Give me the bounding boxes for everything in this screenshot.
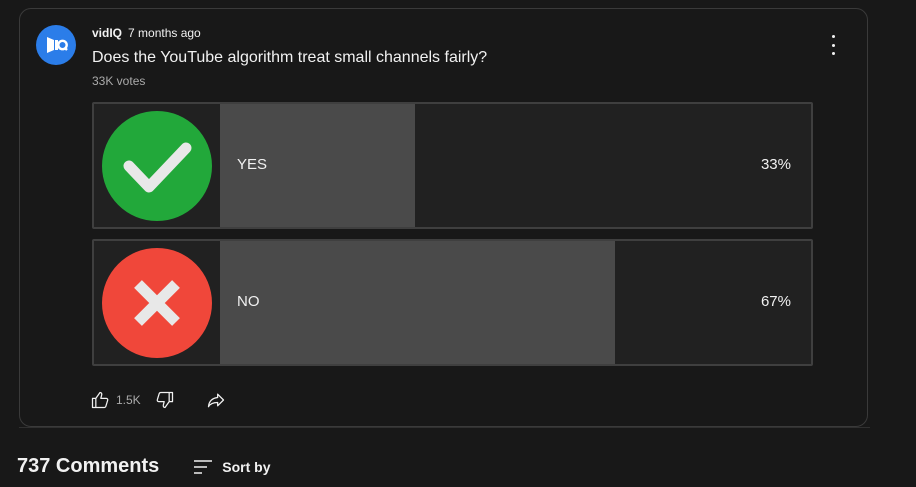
divider	[19, 427, 870, 428]
author-name[interactable]: vidIQ	[92, 26, 122, 40]
like-count: 1.5K	[116, 393, 141, 407]
check-circle-icon	[102, 111, 212, 221]
option-label: YES	[237, 156, 268, 173]
x-circle-icon	[102, 248, 212, 358]
option-percent: 67%	[760, 293, 791, 310]
post-card: vidIQ 7 months ago Does the YouTube algo…	[19, 8, 868, 427]
vote-count: 33K votes	[92, 74, 146, 88]
share-icon	[207, 393, 224, 408]
sort-icon	[194, 459, 213, 474]
comments-header: 737 Comments Sort by	[17, 455, 271, 478]
comments-count: 737 Comments	[17, 455, 160, 477]
thumbs-up-icon	[91, 391, 109, 409]
dislike-button[interactable]	[155, 390, 175, 410]
post-time[interactable]: 7 months ago	[128, 26, 201, 40]
option-image	[94, 104, 220, 227]
poll-option-yes[interactable]: YES 33%	[92, 102, 813, 229]
sort-button[interactable]: Sort by	[192, 458, 271, 476]
poll-question: Does the YouTube algorithm treat small c…	[92, 49, 488, 66]
option-label: NO	[237, 293, 260, 310]
like-button[interactable]: 1.5K	[90, 390, 155, 410]
poll-option-no[interactable]: NO 67%	[92, 239, 813, 366]
share-button[interactable]	[205, 390, 227, 410]
result-fill	[220, 241, 615, 364]
post-actions: 1.5K	[90, 390, 227, 410]
sort-label: Sort by	[222, 458, 271, 475]
vidiq-logo-icon	[47, 37, 68, 53]
post-header: vidIQ 7 months ago	[92, 26, 201, 40]
thumbs-down-icon	[156, 391, 173, 409]
channel-avatar[interactable]	[36, 25, 76, 65]
option-image	[94, 241, 220, 364]
more-vertical-icon[interactable]	[827, 35, 839, 55]
option-percent: 33%	[760, 156, 791, 173]
